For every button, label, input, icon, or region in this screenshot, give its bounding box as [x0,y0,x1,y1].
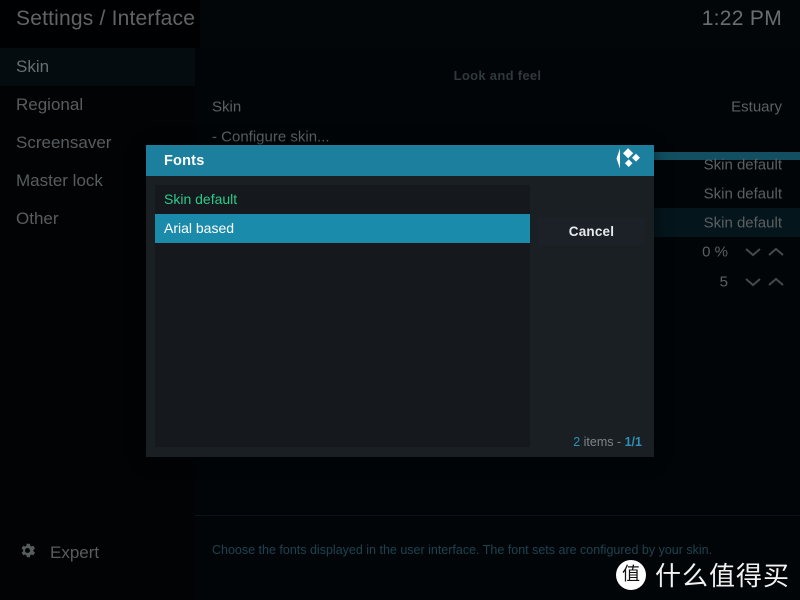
watermark: 值 什么值得买 [615,556,790,593]
spinner-control[interactable] [743,245,786,259]
spinner-control[interactable] [743,275,786,289]
setting-label: Skin [212,98,242,115]
sidebar-item-label: Screensaver [16,133,112,152]
list-item-label: Skin default [164,191,238,207]
dialog-body: Skin default Arial based Cancel 2 items … [146,176,654,457]
list-item-label: Arial based [164,220,235,236]
breadcrumb: Settings / Interface [16,7,196,30]
clock: 1:22 PM [701,7,782,30]
setting-value: 0 % [702,243,728,260]
section-title: Look and feel [453,68,542,83]
chevron-down-icon[interactable] [743,275,763,289]
item-count-page: 1/1 [624,435,642,449]
sidebar-item-label: Skin [16,57,50,76]
setting-value: Skin default [703,156,782,173]
kodi-logo-icon [614,146,641,175]
dialog-header: Fonts [146,145,654,176]
dialog-title: Fonts [164,152,205,169]
sidebar-item-label: Other [16,209,59,228]
watermark-badge: 值 [615,559,646,590]
settings-level-label: Expert [50,543,100,562]
item-count: 2 items - 1/1 [573,435,642,449]
cancel-button-label: Cancel [568,224,615,239]
setting-value: Skin default [703,185,782,202]
kodi-settings-screen: Settings / Interface 1:22 PM Skin Region… [0,0,800,600]
sidebar-item-regional[interactable]: Regional [0,86,195,124]
setting-row-skin[interactable]: Skin Estuary [195,92,800,121]
settings-level-inner: Expert [18,541,99,565]
item-count-middle: items - [580,435,625,449]
chevron-down-icon[interactable] [743,245,763,259]
chevron-up-icon[interactable] [766,275,786,289]
setting-label: - Configure skin... [212,128,330,145]
fonts-list[interactable]: Skin default Arial based [155,185,530,447]
setting-value: 5 [719,273,728,290]
cancel-button[interactable]: Cancel [538,218,645,245]
setting-value: Estuary [731,98,782,115]
gear-icon [18,541,37,565]
sidebar-item-label: Master lock [16,171,103,190]
fonts-dialog: Fonts Skin default Arial based Cancel 2 … [146,145,654,457]
sidebar-item-skin[interactable]: Skin [0,48,195,86]
list-item[interactable]: Arial based [155,214,530,243]
chevron-up-icon[interactable] [766,245,786,259]
list-item[interactable]: Skin default [155,185,530,214]
sidebar-item-label: Regional [16,95,84,114]
watermark-text: 什么值得买 [654,562,790,592]
settings-level-toggle[interactable]: Expert [0,515,195,600]
setting-value: Skin default [703,214,782,231]
